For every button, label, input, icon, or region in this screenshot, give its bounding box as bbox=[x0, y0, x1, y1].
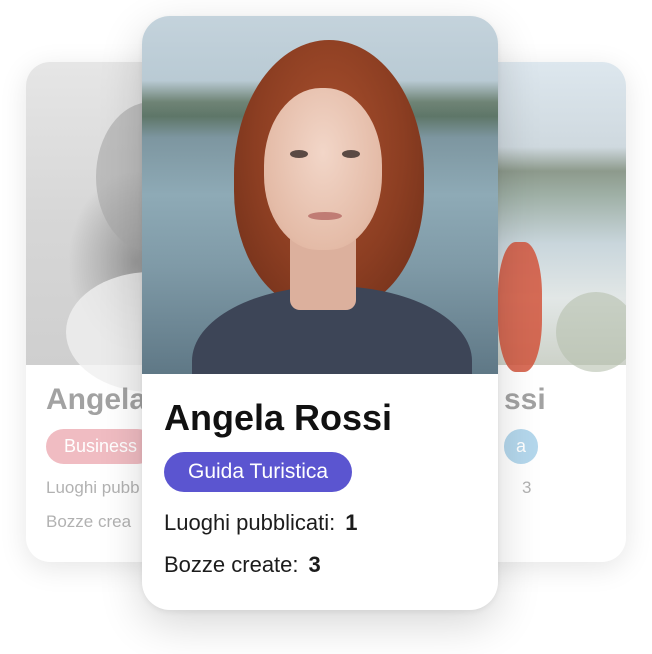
stat-drafts-label: Bozze create: bbox=[164, 552, 299, 577]
stat-drafts: Bozze create: 3 bbox=[164, 552, 476, 578]
profile-role-badge: a bbox=[504, 429, 539, 464]
photo-face bbox=[264, 88, 382, 250]
stat-published-value: 3 bbox=[522, 478, 532, 497]
profile-role-badge[interactable]: Guida Turistica bbox=[164, 452, 353, 492]
photo-eye bbox=[290, 150, 308, 158]
profile-photo bbox=[142, 16, 498, 374]
photo-eye bbox=[342, 150, 360, 158]
profile-name: Angela Rossi bbox=[164, 397, 393, 438]
photo-mouth bbox=[308, 212, 342, 220]
profile-name: ssi bbox=[504, 383, 546, 416]
profile-role-badge: Business bbox=[46, 429, 156, 464]
stat-published: Luoghi pubblicati: 1 bbox=[164, 510, 476, 536]
stat-published-label: Luoghi pubblicati: bbox=[164, 510, 336, 535]
stat-drafts-value: 3 bbox=[308, 552, 321, 577]
profile-cards-stage: Angela Business Luoghi pubb Bozze crea s… bbox=[0, 0, 652, 654]
stat-published-value: 1 bbox=[345, 510, 358, 535]
profile-card-front[interactable]: Angela Rossi Guida Turistica Luoghi pubb… bbox=[142, 16, 498, 610]
profile-card-body: Angela Rossi Guida Turistica Luoghi pubb… bbox=[142, 374, 498, 610]
